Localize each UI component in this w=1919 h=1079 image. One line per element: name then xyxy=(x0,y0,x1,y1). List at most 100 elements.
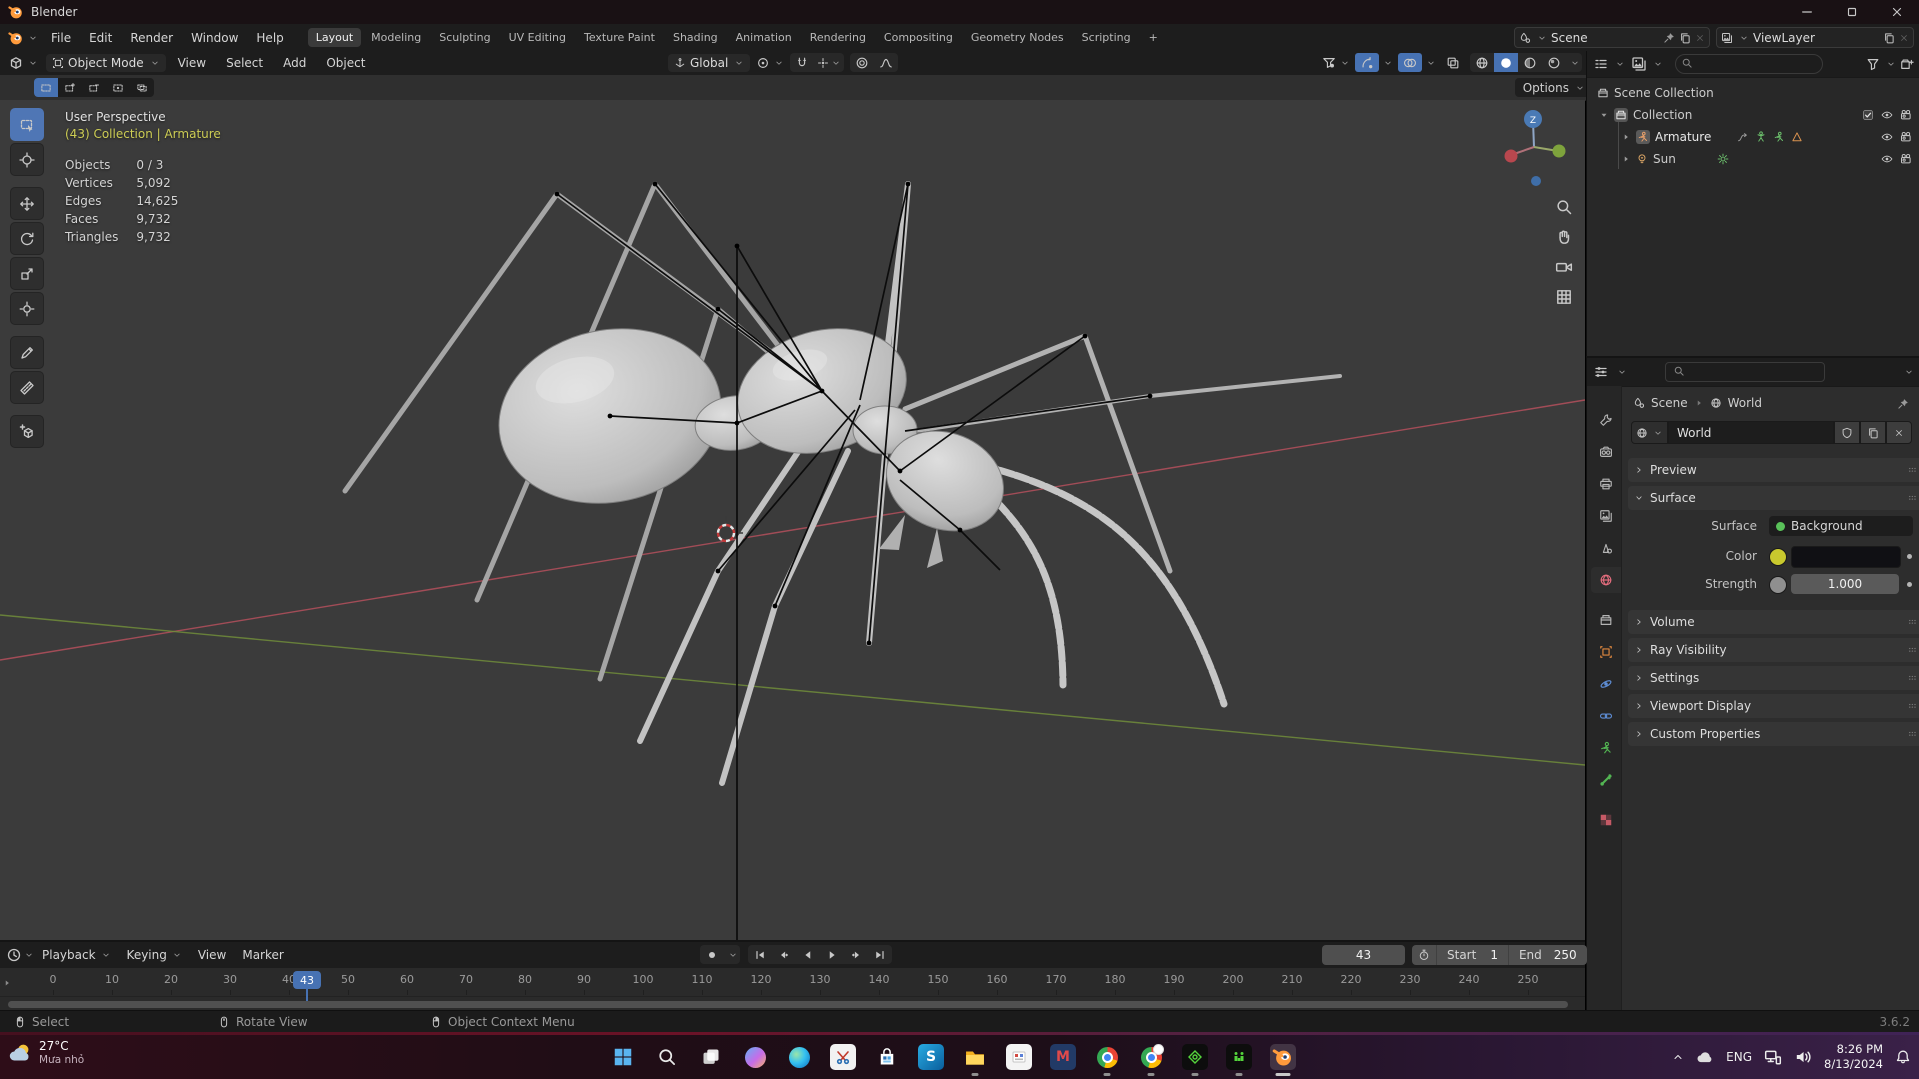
shading-material-button[interactable] xyxy=(1518,53,1542,72)
app-green-people-icon[interactable] xyxy=(1226,1044,1252,1076)
timeline-scrollbar[interactable] xyxy=(8,1001,1568,1008)
select-mode-subtract-button[interactable] xyxy=(82,78,106,97)
menu-select[interactable]: Select xyxy=(218,54,271,72)
select-mode-invert-button[interactable] xyxy=(106,78,130,97)
timeline-ruler[interactable]: 0 10 20 30 40 50 60 70 80 90 100 110 120 130 140 150 160… xyxy=(0,968,1585,997)
weather-widget[interactable]: 27°C Mưa nhỏ xyxy=(8,1039,84,1067)
world-name-field[interactable]: World xyxy=(1668,421,1834,444)
orthographic-toggle-button[interactable] xyxy=(1555,288,1573,306)
skype-icon[interactable]: S xyxy=(918,1044,944,1070)
workspace-tab-sculpting[interactable]: Sculpting xyxy=(431,28,498,47)
tool-scale[interactable] xyxy=(10,257,44,290)
tool-cursor[interactable] xyxy=(10,143,44,176)
drag-handle-icon[interactable] xyxy=(1906,492,1918,504)
workspace-tab-shading[interactable]: Shading xyxy=(665,28,726,47)
outliner-editor-icon[interactable] xyxy=(1593,56,1609,72)
mail-m-icon[interactable]: M xyxy=(1050,1044,1076,1070)
workspace-tab-modeling[interactable]: Modeling xyxy=(363,28,429,47)
panel-ray-visibility[interactable]: Ray Visibility xyxy=(1628,638,1919,662)
start-frame-field[interactable]: Start 1 xyxy=(1437,945,1509,965)
pan-view-button[interactable] xyxy=(1555,228,1573,246)
remove-view-layer-icon[interactable] xyxy=(1899,33,1909,43)
minimize-button[interactable] xyxy=(1784,0,1829,24)
store-icon[interactable] xyxy=(874,1044,900,1070)
language-indicator[interactable]: ENG xyxy=(1726,1050,1752,1064)
app-green-diamond-icon[interactable] xyxy=(1182,1044,1208,1076)
workspace-tab-uv-editing[interactable]: UV Editing xyxy=(501,28,574,47)
unlink-scene-icon[interactable] xyxy=(1695,33,1705,43)
panel-surface[interactable]: Surface xyxy=(1628,486,1919,510)
hide-in-viewport-icon[interactable] xyxy=(1881,109,1893,121)
disable-in-renders-icon[interactable] xyxy=(1900,153,1912,165)
outliner-row-sun[interactable]: Sun xyxy=(1587,148,1919,170)
play-button[interactable] xyxy=(820,945,844,964)
current-frame-field[interactable]: 43 xyxy=(1322,945,1405,965)
proportional-falloff-dropdown[interactable] xyxy=(874,53,898,72)
shading-dropdown[interactable] xyxy=(1566,53,1582,72)
properties-object-data-tab[interactable] xyxy=(1590,735,1621,761)
transform-orientation-dropdown[interactable]: Global xyxy=(668,53,751,72)
panel-custom-properties[interactable]: Custom Properties xyxy=(1628,722,1919,746)
collection-checkbox[interactable] xyxy=(1862,109,1874,121)
blender-taskbar-icon[interactable] xyxy=(1270,1044,1296,1076)
properties-options-dropdown[interactable] xyxy=(1904,367,1914,377)
properties-world-tab[interactable] xyxy=(1591,567,1621,593)
browse-world-button[interactable] xyxy=(1631,421,1668,444)
app-white-red-icon[interactable] xyxy=(1006,1044,1032,1070)
workspace-tab-compositing[interactable]: Compositing xyxy=(876,28,961,47)
start-button[interactable] xyxy=(610,1044,636,1070)
properties-texture-tab[interactable] xyxy=(1590,807,1621,833)
tool-rotate[interactable] xyxy=(10,222,44,255)
shading-wireframe-button[interactable] xyxy=(1470,53,1494,72)
properties-collection-tab[interactable] xyxy=(1590,607,1621,633)
properties-view-layer-tab[interactable] xyxy=(1590,503,1621,529)
new-scene-icon[interactable] xyxy=(1679,32,1691,44)
shading-solid-button[interactable] xyxy=(1494,53,1518,72)
panel-preview[interactable]: Preview xyxy=(1628,458,1919,482)
timeline-expand-icon[interactable] xyxy=(2,978,12,988)
menu-file[interactable]: File xyxy=(42,31,80,45)
select-mode-intersect-button[interactable] xyxy=(130,78,154,97)
chrome-canary-icon[interactable] xyxy=(1138,1043,1164,1076)
hide-in-viewport-icon[interactable] xyxy=(1881,131,1893,143)
next-keyframe-button[interactable] xyxy=(844,945,868,964)
outliner-row-armature[interactable]: Armature xyxy=(1587,126,1919,148)
notifications-icon[interactable] xyxy=(1895,1049,1911,1065)
network-icon[interactable] xyxy=(1764,1048,1782,1066)
workspace-tab-rendering[interactable]: Rendering xyxy=(802,28,874,47)
xray-toggle[interactable] xyxy=(1441,53,1465,72)
onedrive-icon[interactable] xyxy=(1696,1048,1714,1066)
hide-in-viewport-icon[interactable] xyxy=(1881,153,1893,165)
tool-add-cube[interactable] xyxy=(10,415,44,448)
snap-settings-dropdown[interactable] xyxy=(814,53,844,72)
workspace-tab-scripting[interactable]: Scripting xyxy=(1074,28,1139,47)
scene-selector[interactable]: Scene xyxy=(1514,27,1710,48)
panel-volume[interactable]: Volume xyxy=(1628,610,1919,634)
menu-help[interactable]: Help xyxy=(247,31,292,45)
strength-slider[interactable]: 1.000 xyxy=(1791,574,1899,594)
close-button[interactable] xyxy=(1874,0,1919,24)
unlink-world-button[interactable] xyxy=(1886,421,1912,444)
options-dropdown[interactable]: Options xyxy=(1514,78,1593,97)
volume-icon[interactable] xyxy=(1794,1048,1812,1066)
keying-set-dropdown[interactable] xyxy=(724,945,740,964)
workspace-tab-texture-paint[interactable]: Texture Paint xyxy=(576,28,663,47)
drag-handle-icon[interactable] xyxy=(1906,672,1918,684)
menu-render[interactable]: Render xyxy=(121,31,182,45)
menu-playback[interactable]: Playback xyxy=(34,946,119,964)
select-mode-set-button[interactable] xyxy=(34,78,58,97)
new-collection-button[interactable] xyxy=(1900,57,1914,71)
tool-annotate[interactable] xyxy=(10,336,44,369)
tool-transform[interactable] xyxy=(10,292,44,325)
surface-type-button[interactable]: Background xyxy=(1769,516,1913,536)
auto-keying-toggle[interactable] xyxy=(700,945,724,964)
workspace-tab-layout[interactable]: Layout xyxy=(307,28,362,47)
view-layer-selector[interactable]: ViewLayer xyxy=(1716,27,1914,48)
menu-view-timeline[interactable]: View xyxy=(190,946,234,964)
previous-keyframe-button[interactable] xyxy=(772,945,796,964)
overlays-dropdown[interactable] xyxy=(1426,58,1436,68)
show-object-types-dropdown[interactable] xyxy=(1322,56,1350,70)
drag-handle-icon[interactable] xyxy=(1906,728,1918,740)
end-frame-field[interactable]: End 250 xyxy=(1509,945,1587,965)
workspace-tab-geometry-nodes[interactable]: Geometry Nodes xyxy=(963,28,1072,47)
